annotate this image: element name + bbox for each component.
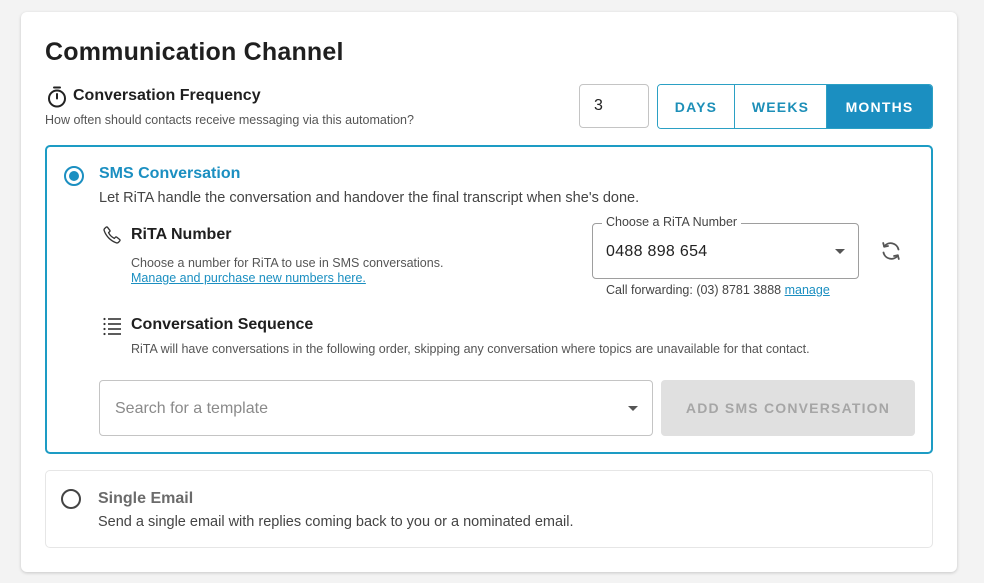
frequency-title: Conversation Frequency xyxy=(73,87,261,104)
sms-conversation-description: Let RiTA handle the conversation and han… xyxy=(99,190,640,206)
single-email-description: Send a single email with replies coming … xyxy=(98,514,574,530)
add-sms-conversation-button[interactable]: ADD SMS CONVERSATION xyxy=(661,380,915,436)
sms-conversation-option[interactable]: SMS Conversation Let RiTA handle the con… xyxy=(45,145,933,454)
template-search-select[interactable]: Search for a template xyxy=(99,380,653,436)
call-forwarding-label: Call forwarding: (03) 8781 3888 xyxy=(606,283,782,297)
period-days-button[interactable]: DAYS xyxy=(658,85,735,128)
frequency-number-input[interactable] xyxy=(579,84,649,128)
single-email-title: Single Email xyxy=(98,490,194,507)
call-forwarding-manage-link[interactable]: manage xyxy=(785,283,830,297)
sms-conversation-radio[interactable] xyxy=(64,166,84,186)
sms-conversation-title: SMS Conversation xyxy=(99,165,241,182)
list-icon xyxy=(103,317,121,336)
rita-number-select[interactable]: Choose a RiTA Number 0488 898 654 xyxy=(592,215,859,279)
phone-icon xyxy=(103,226,121,244)
template-search-placeholder: Search for a template xyxy=(115,400,268,417)
rita-number-select-value: 0488 898 654 xyxy=(606,243,708,260)
conversation-sequence-title: Conversation Sequence xyxy=(131,316,314,333)
communication-channel-card: Communication Channel Conversation Frequ… xyxy=(21,12,957,572)
rita-number-title: RiTA Number xyxy=(131,226,232,243)
single-email-radio[interactable] xyxy=(61,489,81,509)
period-weeks-button[interactable]: WEEKS xyxy=(735,85,827,128)
timer-icon xyxy=(48,86,66,108)
period-toggle-group: DAYS WEEKS MONTHS xyxy=(657,84,933,129)
rita-number-select-label: Choose a RiTA Number xyxy=(602,215,742,229)
page-title: Communication Channel xyxy=(45,38,344,66)
single-email-option[interactable]: Single Email Send a single email with re… xyxy=(45,470,933,548)
refresh-icon[interactable] xyxy=(879,239,903,263)
chevron-down-icon xyxy=(835,249,845,254)
rita-number-description: Choose a number for RiTA to use in SMS c… xyxy=(131,256,444,270)
call-forwarding-info: Call forwarding: (03) 8781 3888 manage xyxy=(606,283,830,297)
frequency-description: How often should contacts receive messag… xyxy=(45,113,414,127)
conversation-sequence-description: RiTA will have conversations in the foll… xyxy=(131,342,810,356)
manage-numbers-link[interactable]: Manage and purchase new numbers here. xyxy=(131,271,366,285)
chevron-down-icon xyxy=(628,406,638,411)
period-months-button[interactable]: MONTHS xyxy=(827,85,932,128)
